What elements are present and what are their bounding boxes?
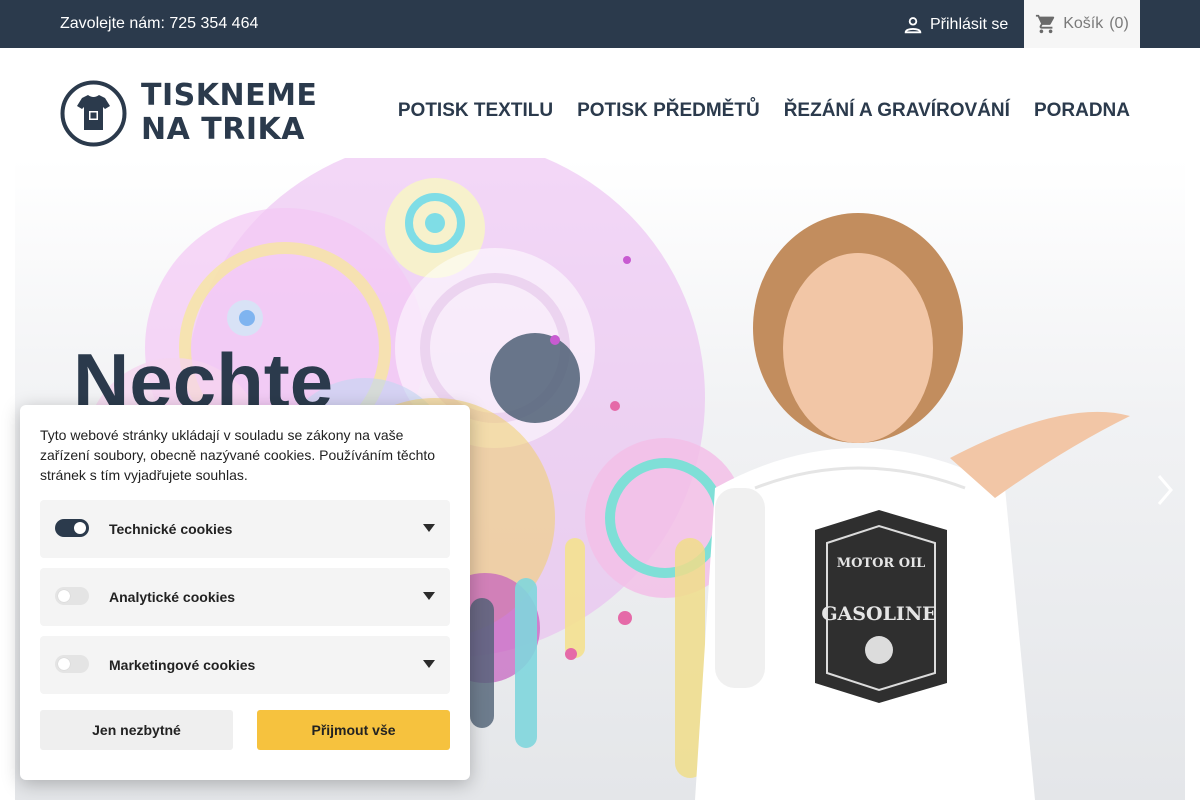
cart-count: (0) — [1109, 15, 1129, 32]
logo-text: TISKNEME NA TRIKA — [141, 79, 317, 147]
logo-line-1: TISKNEME — [141, 78, 318, 113]
cookie-label-marketing: Marketingové cookies — [109, 657, 256, 673]
cookie-row-marketing[interactable]: Marketingové cookies — [40, 636, 450, 694]
svg-text:MOTOR OIL: MOTOR OIL — [837, 556, 926, 571]
caret-down-icon[interactable] — [423, 660, 435, 668]
accept-all-button[interactable]: Přijmout vše — [257, 710, 450, 750]
chevron-right-icon[interactable] — [1153, 472, 1177, 508]
cookie-consent-panel: Tyto webové stránky ukládají v souladu s… — [20, 405, 470, 780]
essential-only-button[interactable]: Jen nezbytné — [40, 710, 233, 750]
caret-down-icon[interactable] — [423, 592, 435, 600]
cart-button[interactable]: Košík (0) — [1024, 0, 1140, 48]
nav-item-potisk-predmetu[interactable]: POTISK PŘEDMĚTŮ — [577, 100, 760, 122]
top-bar: Zavolejte nám: 725 354 464 Přihlásit se … — [0, 0, 1200, 48]
toggle-knob — [58, 590, 70, 602]
t-shirt-badge-icon — [60, 80, 127, 146]
nav-item-poradna[interactable]: PORADNA — [1034, 100, 1130, 122]
toggle-analytics[interactable] — [55, 587, 89, 605]
cookie-label-technical: Technické cookies — [109, 521, 233, 537]
toggle-knob — [58, 658, 70, 670]
toggle-marketing[interactable] — [55, 655, 89, 673]
toggle-technical[interactable] — [55, 519, 89, 537]
nav-item-potisk-textilu[interactable]: POTISK TEXTILU — [398, 100, 553, 122]
nav-item-rezani-gravirovani[interactable]: ŘEZÁNÍ A GRAVÍROVÁNÍ — [784, 100, 1010, 122]
site-header: TISKNEME NA TRIKA POTISK TEXTILU POTISK … — [0, 48, 1200, 158]
cookie-label-analytics: Analytické cookies — [109, 589, 236, 605]
contact-phone: Zavolejte nám: 725 354 464 — [60, 15, 259, 32]
svg-text:GASOLINE: GASOLINE — [821, 603, 936, 625]
toggle-knob — [74, 522, 86, 534]
cookie-row-technical[interactable]: Technické cookies — [40, 500, 450, 558]
cookie-description: Tyto webové stránky ukládají v souladu s… — [40, 427, 436, 483]
login-label: Přihlásit se — [930, 16, 1009, 33]
main-nav: POTISK TEXTILU POTISK PŘEDMĚTŮ ŘEZÁNÍ A … — [398, 100, 1130, 122]
shopping-cart-icon — [1036, 14, 1055, 34]
logo-line-2: NA TRIKA — [141, 112, 305, 147]
person-icon — [904, 17, 922, 34]
site-logo[interactable]: TISKNEME NA TRIKA — [60, 79, 317, 147]
login-link[interactable]: Přihlásit se — [902, 13, 1008, 37]
cart-label: Košík — [1063, 15, 1104, 32]
cookie-row-analytics[interactable]: Analytické cookies — [40, 568, 450, 626]
caret-down-icon[interactable] — [423, 524, 435, 532]
